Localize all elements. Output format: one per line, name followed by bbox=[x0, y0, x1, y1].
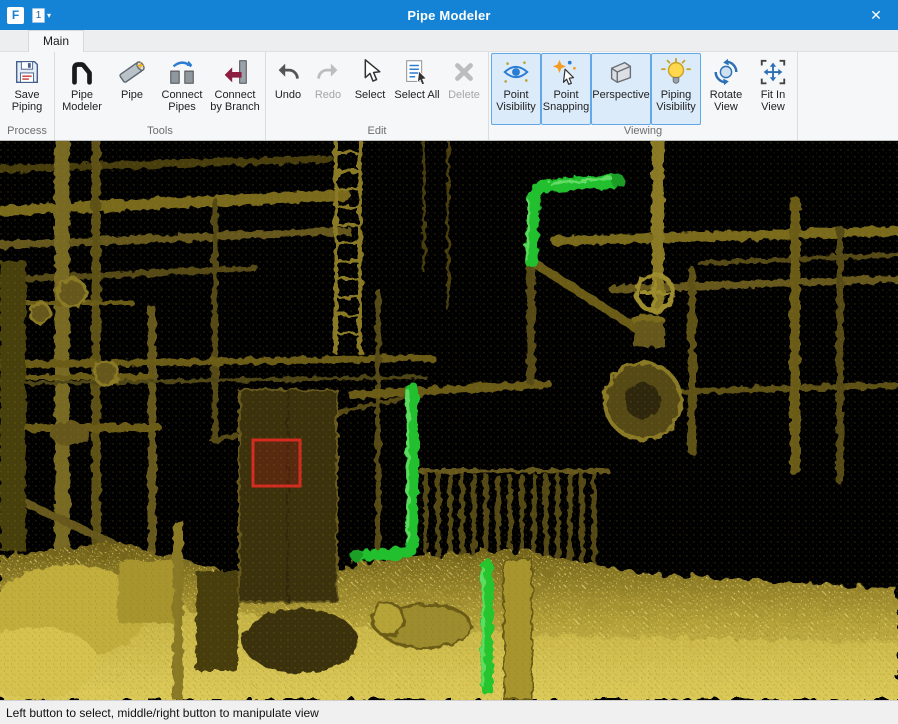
ribbon: Save Piping Process Pipe Modeler Pipe bbox=[0, 52, 898, 141]
select-button[interactable]: Select bbox=[348, 53, 392, 125]
perspective-box-icon bbox=[606, 57, 636, 87]
group-label-tools: Tools bbox=[55, 125, 265, 140]
fit-in-view-icon bbox=[758, 57, 788, 87]
close-icon: ✕ bbox=[870, 7, 882, 24]
pipe-modeler-button[interactable]: Pipe Modeler bbox=[57, 53, 107, 125]
save-piping-icon bbox=[12, 57, 42, 87]
perspective-button[interactable]: Perspective bbox=[591, 53, 651, 125]
ribbon-group-viewing: Point Visibility Point Snapping Perspect… bbox=[489, 52, 798, 140]
fit-in-view-button[interactable]: Fit In View bbox=[751, 53, 795, 125]
rotate-view-button[interactable]: Rotate View bbox=[701, 53, 751, 125]
statusbar: Left button to select, middle/right butt… bbox=[0, 700, 898, 724]
pipe-modeler-icon bbox=[67, 57, 97, 87]
connect-by-branch-icon bbox=[220, 57, 250, 87]
quick-access-toolbar[interactable]: 1 ▾ bbox=[32, 8, 51, 23]
pipe-modeler-window: F 1 ▾ Pipe Modeler ✕ Main Save Piping Pr… bbox=[0, 0, 898, 724]
select-all-icon bbox=[402, 57, 432, 87]
point-visibility-button[interactable]: Point Visibility bbox=[491, 53, 541, 125]
viewport-3d[interactable] bbox=[0, 141, 898, 700]
ribbon-group-edit: Undo Redo Select bbox=[266, 52, 489, 140]
ribbon-group-tools: Pipe Modeler Pipe Connect Pipes bbox=[55, 52, 266, 140]
ribbon-tab-row: Main bbox=[0, 30, 898, 52]
group-label-viewing: Viewing bbox=[489, 125, 797, 140]
group-label-process: Process bbox=[0, 125, 54, 140]
qat-page-icon[interactable]: 1 bbox=[32, 8, 45, 23]
redo-icon bbox=[313, 57, 343, 87]
save-piping-label: Save Piping bbox=[4, 89, 50, 113]
rotate-view-icon bbox=[711, 57, 741, 87]
ribbon-spacer bbox=[798, 52, 898, 140]
save-piping-button[interactable]: Save Piping bbox=[2, 53, 52, 125]
piping-visibility-button[interactable]: Piping Visibility bbox=[651, 53, 701, 125]
pipe-icon bbox=[117, 57, 147, 87]
select-cursor-icon bbox=[355, 57, 385, 87]
connect-by-branch-button[interactable]: Connect by Branch bbox=[207, 53, 263, 125]
window-title: Pipe Modeler bbox=[407, 8, 490, 23]
point-visibility-eye-icon bbox=[501, 57, 531, 87]
pointcloud-noise-overlay bbox=[0, 141, 898, 700]
redo-button[interactable]: Redo bbox=[308, 53, 348, 125]
pipe-button[interactable]: Pipe bbox=[107, 53, 157, 125]
piping-visibility-bulb-icon bbox=[661, 57, 691, 87]
undo-icon bbox=[273, 57, 303, 87]
undo-button[interactable]: Undo bbox=[268, 53, 308, 125]
ribbon-group-process: Save Piping Process bbox=[0, 52, 55, 140]
delete-icon bbox=[449, 57, 479, 87]
group-label-edit: Edit bbox=[266, 125, 488, 140]
tab-main[interactable]: Main bbox=[28, 30, 84, 52]
delete-button[interactable]: Delete bbox=[442, 53, 486, 125]
connect-pipes-icon bbox=[167, 57, 197, 87]
statusbar-hint-text: Left button to select, middle/right butt… bbox=[6, 706, 319, 720]
connect-pipes-button[interactable]: Connect Pipes bbox=[157, 53, 207, 125]
close-button[interactable]: ✕ bbox=[854, 0, 898, 30]
titlebar[interactable]: F 1 ▾ Pipe Modeler ✕ bbox=[0, 0, 898, 30]
select-all-button[interactable]: Select All bbox=[392, 53, 442, 125]
point-snapping-icon bbox=[551, 57, 581, 87]
point-snapping-button[interactable]: Point Snapping bbox=[541, 53, 591, 125]
app-icon[interactable]: F bbox=[7, 7, 24, 24]
pointcloud-scene[interactable] bbox=[0, 141, 898, 700]
qat-dropdown-caret-icon[interactable]: ▾ bbox=[47, 11, 51, 20]
